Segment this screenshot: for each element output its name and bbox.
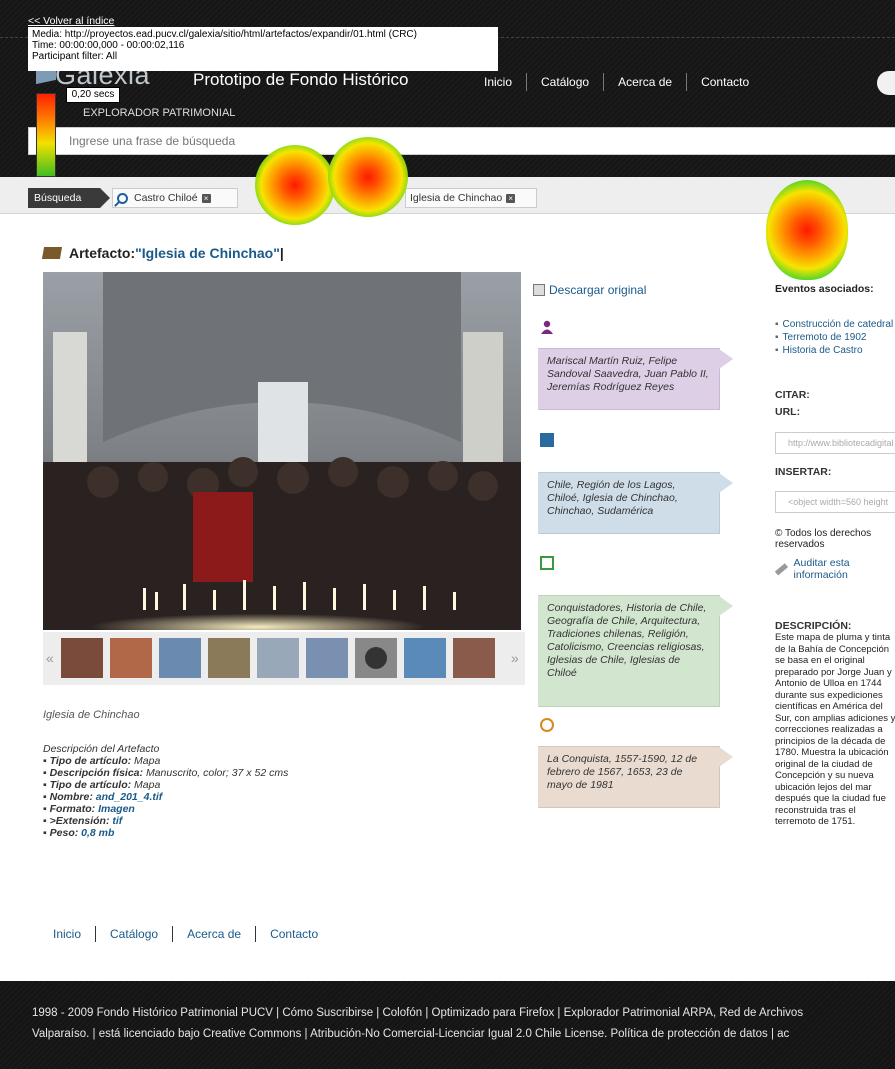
nav-contacto[interactable]: Contacto	[687, 75, 763, 89]
footer-nav-acerca-de[interactable]: Acerca de	[173, 927, 255, 941]
breadcrumb-item-iglesia[interactable]: Iglesia de Chinchao ×	[405, 188, 537, 208]
audit-label: Auditar esta información	[793, 557, 850, 581]
event-link[interactable]: Construcción de catedral	[775, 318, 894, 331]
person-icon	[540, 320, 554, 334]
play-icon	[365, 647, 387, 669]
title-suffix: |	[279, 245, 284, 261]
event-link[interactable]: Historia de Castro	[775, 344, 893, 357]
title-label: Artefacto:	[69, 245, 136, 261]
url-field[interactable]: http://www.bibliotecadigital	[775, 432, 895, 454]
breadcrumb-search-label: Búsqueda	[34, 192, 82, 204]
cite-heading: CITAR:	[775, 389, 810, 401]
format-link[interactable]: Imagen	[98, 803, 135, 815]
heat-scale-legend	[36, 93, 56, 177]
site-footer: 1998 - 2009 Fondo Histórico Patrimonial …	[0, 981, 895, 1069]
thumbnail-strip: « »	[43, 632, 525, 685]
event-link[interactable]: Terremoto de 1902	[775, 331, 893, 344]
footer-line: Valparaíso. | está licenciado bajo Creat…	[32, 1028, 790, 1040]
download-original-link[interactable]: Descargar original	[533, 283, 646, 297]
thumbnail[interactable]	[453, 638, 495, 678]
overlay-media: Media: http://proyectos.ead.pucv.cl/gale…	[32, 29, 417, 40]
header-toggle[interactable]	[877, 71, 895, 95]
file-name-link[interactable]: and_201_4.tif	[96, 791, 163, 803]
clock-icon	[540, 718, 554, 732]
url-label: URL:	[775, 406, 801, 418]
thumbnail[interactable]	[208, 638, 250, 678]
thumbnail[interactable]	[404, 638, 446, 678]
nav-catalogo[interactable]: Catálogo	[527, 75, 603, 89]
detail-row: ▪ Tipo de artículo: Mapa	[43, 779, 161, 791]
nav-acerca-de[interactable]: Acerca de	[604, 75, 686, 89]
photo-caption: Iglesia de Chinchao	[43, 709, 140, 721]
rights-notice: © Todos los derechos reservados	[775, 528, 872, 550]
thumbnail[interactable]	[257, 638, 299, 678]
events-heading: Eventos asociados:	[775, 283, 874, 295]
site-title: Prototipo de Fondo Histórico	[193, 70, 409, 89]
page-title: Artefacto: "Iglesia de Chinchao" |	[41, 245, 284, 261]
thumbnail-video[interactable]	[355, 638, 397, 678]
time-badge: 0,20 secs	[66, 87, 120, 103]
events-list: Construcción de catedral Terremoto de 19…	[775, 318, 894, 357]
thumbnail[interactable]	[306, 638, 348, 678]
artifact-photo[interactable]	[43, 272, 521, 630]
embed-field[interactable]: <object width=560 height	[775, 491, 895, 513]
place-tags: Chile, Región de los Lagos, Chiloé, Igle…	[538, 472, 733, 534]
nav-inicio[interactable]: Inicio	[470, 75, 526, 89]
thumbnail[interactable]	[61, 638, 103, 678]
overlay-info-box: Media: http://proyectos.ead.pucv.cl/gale…	[28, 27, 498, 71]
close-icon[interactable]: ×	[201, 193, 211, 203]
footer-nav-inicio[interactable]: Inicio	[39, 927, 95, 941]
search-input[interactable]	[29, 128, 895, 154]
people-tags: Mariscal Martín Ruiz, Felipe Sandoval Sa…	[538, 348, 733, 410]
footer-nav-catalogo[interactable]: Catálogo	[96, 927, 172, 941]
pencil-icon	[774, 563, 788, 575]
description-heading: DESCRIPCIÓN:	[775, 620, 852, 632]
detail-row: ▪ Tipo de artículo: Mapa	[43, 755, 161, 767]
chevron-right-icon[interactable]: »	[511, 650, 519, 666]
thumbnail[interactable]	[159, 638, 201, 678]
map-icon	[540, 433, 554, 447]
download-icon	[533, 284, 545, 296]
overlay-back: << Volver al índice	[28, 15, 498, 27]
breadcrumb-item-label: Castro Chiloé	[134, 192, 198, 204]
footer-text: 1998 - 2009 Fondo Histórico Patrimonial …	[32, 1003, 895, 1045]
overlay-filter: Participant filter: All	[32, 51, 118, 62]
audit-link[interactable]: Auditar esta información	[774, 557, 895, 581]
breadcrumb-item-label: Iglesia de Chinchao	[410, 192, 503, 204]
details-heading: Descripción del Artefacto	[43, 743, 160, 755]
breadcrumb-search[interactable]: Búsqueda	[28, 188, 110, 208]
date-tags: La Conquista, 1557-1590, 12 de febrero d…	[538, 746, 733, 808]
detail-row: ▪ Peso: 0,8 mb	[43, 827, 115, 839]
footer-line: 1998 - 2009 Fondo Histórico Patrimonial …	[32, 1007, 804, 1019]
description-text: Este mapa de pluma y tinta de la Bahía d…	[775, 632, 895, 827]
footer-nav-contacto[interactable]: Contacto	[256, 927, 332, 941]
chevron-left-icon[interactable]: «	[46, 650, 54, 666]
back-to-index-link[interactable]: << Volver al índice	[28, 15, 498, 27]
breadcrumb: Búsqueda Castro Chiloé × Iglesia de Chin…	[0, 177, 895, 214]
embed-label: INSERTAR:	[775, 466, 832, 478]
footer-nav: Inicio Catálogo Acerca de Contacto	[39, 926, 332, 942]
search-icon	[117, 192, 128, 204]
detail-row: ▪ Descripción física: Manuscrito, color;…	[43, 767, 289, 779]
close-icon[interactable]: ×	[506, 193, 516, 203]
church-interior-image	[43, 272, 521, 630]
detail-row: ▪ >Extensión: tif	[43, 815, 123, 827]
box-icon	[41, 247, 63, 259]
detail-row: ▪ Formato: Imagen	[43, 803, 135, 815]
overlay-time: Time: 00:00:00,000 - 00:00:02,116	[32, 40, 185, 51]
thumbnail[interactable]	[110, 638, 152, 678]
detail-row: ▪ Nombre: and_201_4.tif	[43, 791, 163, 803]
breadcrumb-item-castro[interactable]: Castro Chiloé ×	[112, 188, 238, 208]
site-subtitle: EXPLORADOR PATRIMONIAL	[83, 107, 236, 119]
artifact-details: Descripción del Artefacto ▪ Tipo de artí…	[43, 743, 288, 839]
title-name: "Iglesia de Chinchao"	[135, 245, 280, 261]
download-label: Descargar original	[549, 283, 647, 297]
search-bar	[28, 127, 895, 155]
topic-tags: Conquistadores, Historia de Chile, Geogr…	[538, 595, 733, 707]
document-icon	[540, 556, 554, 570]
top-nav: Inicio Catálogo Acerca de Contacto	[470, 73, 763, 91]
